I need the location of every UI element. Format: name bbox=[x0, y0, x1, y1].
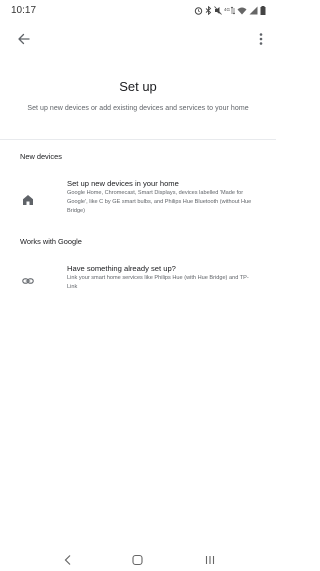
wifi-icon bbox=[237, 7, 247, 15]
item-description: Google Home, Chromecast, Smart Displays,… bbox=[67, 190, 252, 215]
battery-icon bbox=[260, 6, 266, 15]
mute-icon bbox=[214, 6, 222, 15]
item-title: Set up new devices in your home bbox=[67, 179, 179, 188]
section-header-new-devices: New devices bbox=[20, 152, 62, 161]
more-vert-icon[interactable] bbox=[252, 30, 270, 48]
app-bar bbox=[0, 26, 276, 52]
item-title: Have something already set up? bbox=[67, 264, 176, 273]
status-time: 10:17 bbox=[11, 5, 37, 16]
home-icon bbox=[23, 195, 33, 205]
section-header-works-with-google: Works with Google bbox=[20, 237, 82, 246]
svg-text:4G: 4G bbox=[224, 7, 231, 12]
signal-icon bbox=[249, 6, 258, 15]
item-description: Link your smart home services like Phili… bbox=[67, 275, 249, 291]
alarm-icon bbox=[194, 7, 203, 15]
page-subtitle: Set up new devices or add existing devic… bbox=[27, 105, 249, 112]
divider bbox=[0, 139, 276, 140]
navigation-bar bbox=[0, 550, 276, 571]
nav-back-icon[interactable] bbox=[60, 553, 76, 567]
status-bar: 10:17 4G bbox=[0, 0, 276, 20]
link-services-item[interactable]: Have something already set up? Link your… bbox=[0, 260, 276, 300]
bluetooth-icon bbox=[205, 6, 212, 15]
setup-new-devices-item[interactable]: Set up new devices in your home Google H… bbox=[0, 176, 276, 224]
nav-home-icon[interactable] bbox=[130, 553, 146, 567]
link-icon bbox=[22, 278, 34, 284]
status-icons: 4G bbox=[194, 6, 266, 15]
arrow-back-icon[interactable] bbox=[15, 30, 33, 48]
nav-recents-icon[interactable] bbox=[202, 553, 218, 567]
data-icon: 4G bbox=[224, 6, 235, 15]
page-title: Set up bbox=[119, 79, 157, 94]
